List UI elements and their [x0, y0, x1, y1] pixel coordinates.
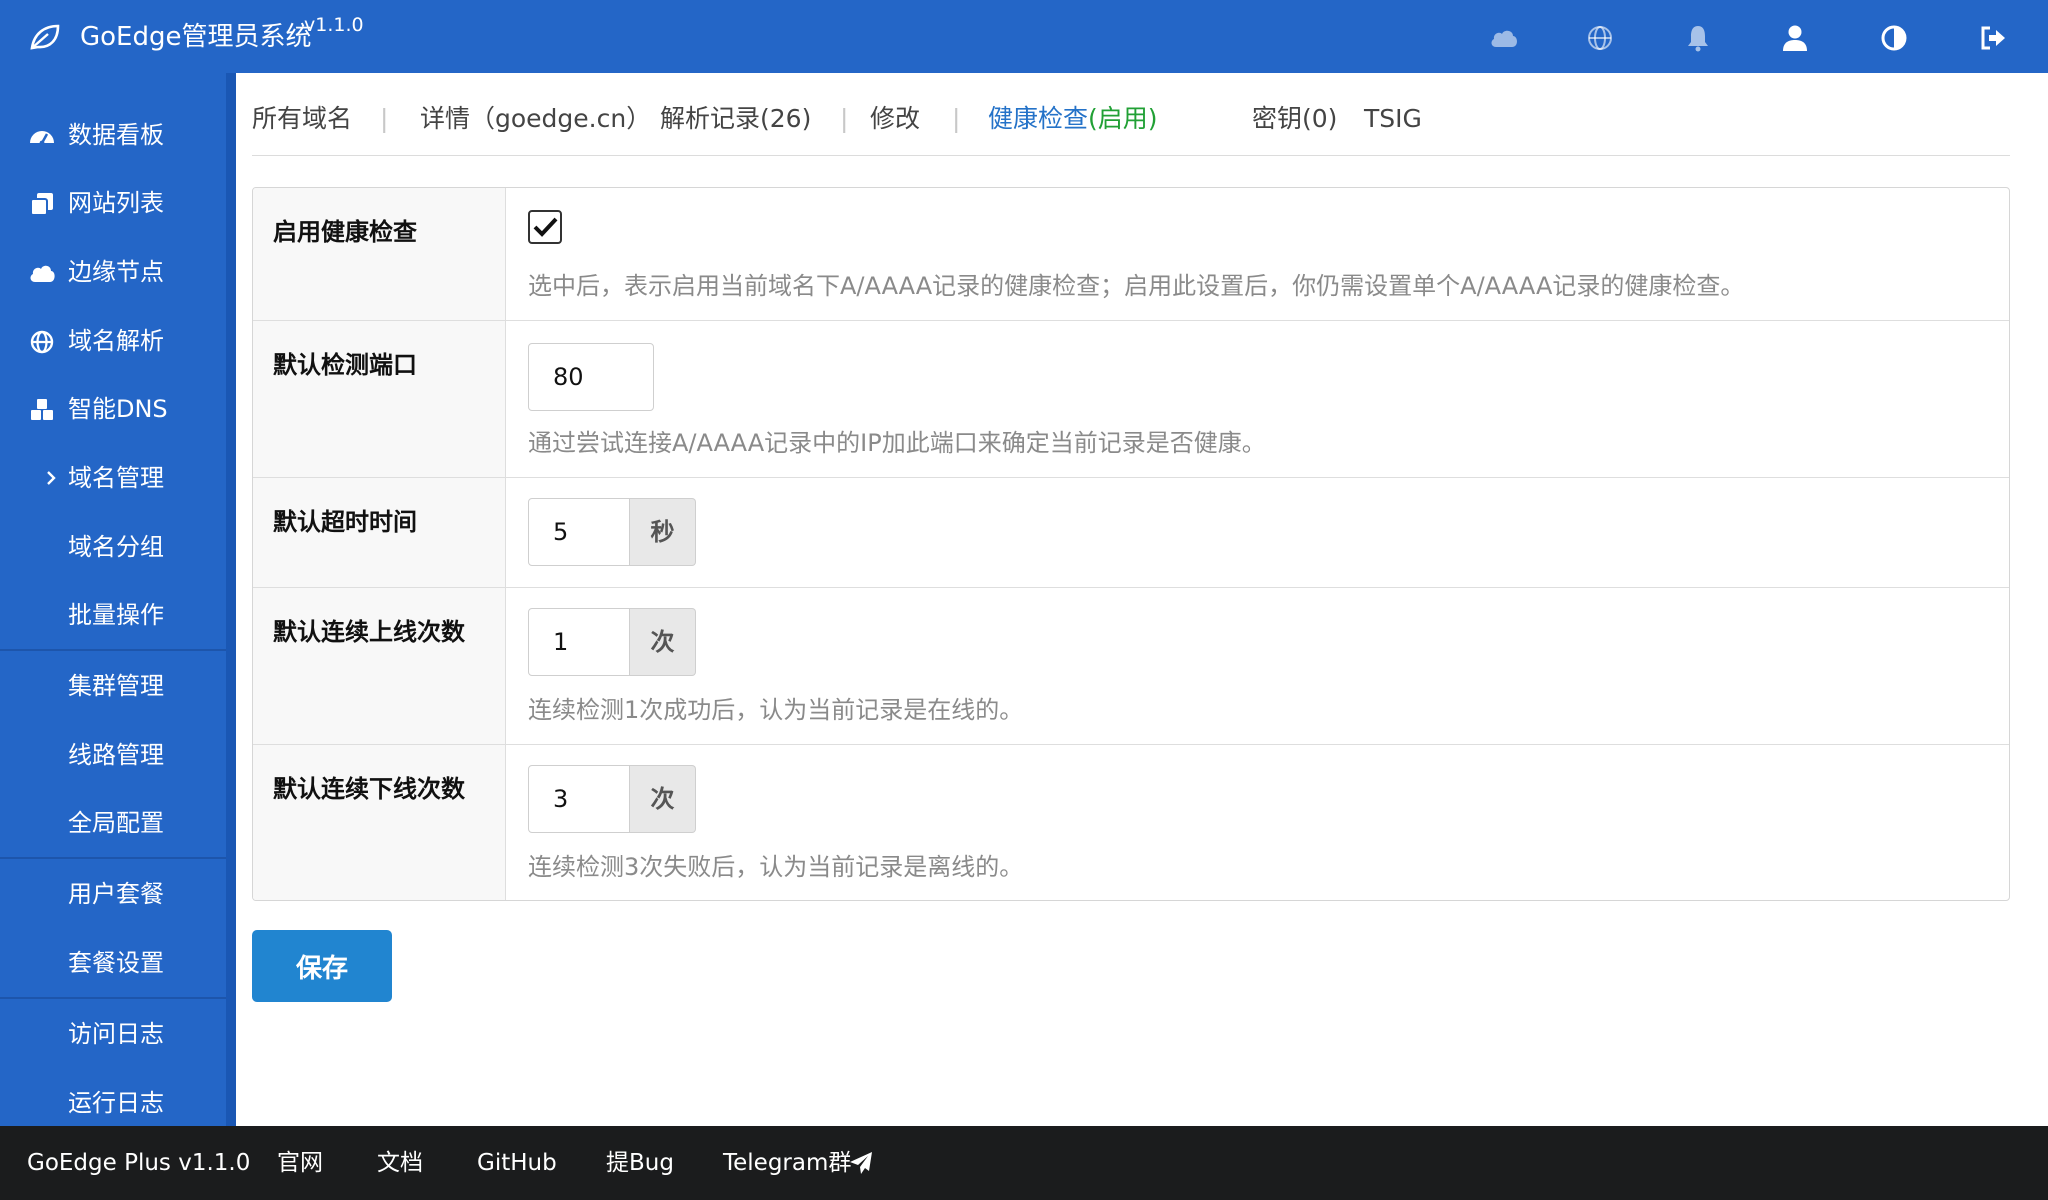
tab-keys[interactable]: 密钥(0) [1252, 97, 1337, 141]
tab-tsig[interactable]: TSIG [1364, 97, 1422, 141]
sidebar-item-dns-resolve[interactable]: 域名解析 [0, 307, 226, 375]
sidebar-item-plan-settings[interactable]: 套餐设置 [0, 929, 226, 997]
paper-plane-icon [850, 1152, 872, 1174]
port-label: 默认检测端口 [273, 351, 417, 379]
sidebar-item-edge-nodes[interactable]: 边缘节点 [0, 238, 226, 306]
tab-records[interactable]: 解析记录(26) [660, 97, 811, 141]
footer-github-link[interactable]: GitHub [477, 1126, 557, 1200]
tab-all-domains[interactable]: 所有域名 [252, 97, 352, 141]
down-count-label: 默认连续下线次数 [273, 775, 465, 803]
tab-separator: | [952, 104, 961, 133]
health-check-form: 启用健康检查 选中后，表示启用当前域名下A/AAAA记录的健康检查；启用此设置后… [252, 187, 2010, 901]
footer: GoEdge Plus v1.1.0 官网 文档 GitHub 提Bug Tel… [0, 1126, 2048, 1200]
save-button[interactable]: 保存 [252, 930, 392, 1002]
footer-website-link[interactable]: 官网 [277, 1126, 323, 1200]
sidebar-scrollbar[interactable] [226, 73, 236, 1126]
sidebar: 数据看板 网站列表 边缘节点 域名解析 智能DNS 域名管理 域名分组 批量操作… [0, 73, 236, 1126]
sidebar-divider [0, 997, 226, 999]
footer-telegram-link[interactable]: Telegram群 [723, 1126, 851, 1200]
form-row-timeout: 默认超时时间 5 秒 [253, 478, 2009, 588]
sidebar-item-cluster-management[interactable]: 集群管理 [0, 652, 226, 720]
sidebar-item-dashboard[interactable]: 数据看板 [0, 101, 226, 169]
down-count-help-text: 连续检测3次失败后，认为当前记录是离线的。 [528, 853, 1024, 881]
tab-health-check[interactable]: 健康检查(启用) [988, 97, 1158, 141]
sidebar-item-domain-management[interactable]: 域名管理 [0, 444, 226, 512]
bell-icon[interactable] [1682, 22, 1714, 54]
leaf-logo-icon [30, 24, 60, 50]
logout-icon[interactable] [1977, 22, 2009, 54]
chevron-right-icon [47, 471, 56, 485]
globe-icon [30, 330, 54, 354]
enable-help-text: 选中后，表示启用当前域名下A/AAAA记录的健康检查；启用此设置后，你仍需设置单… [528, 272, 1745, 300]
port-input[interactable]: 80 [528, 343, 654, 411]
footer-docs-link[interactable]: 文档 [377, 1126, 423, 1200]
dashboard-icon [30, 131, 54, 146]
sidebar-item-batch-operations[interactable]: 批量操作 [0, 581, 226, 649]
tab-divider [252, 155, 2010, 156]
tab-separator: | [380, 104, 389, 133]
globe-icon[interactable] [1584, 22, 1616, 54]
down-count-unit: 次 [630, 765, 696, 833]
port-help-text: 通过尝试连接A/AAAA记录中的IP加此端口来确定当前记录是否健康。 [528, 429, 1266, 457]
app-title: GoEdge管理员系统 [80, 22, 312, 52]
form-row-port: 默认检测端口 80 通过尝试连接A/AAAA记录中的IP加此端口来确定当前记录是… [253, 321, 2009, 478]
tab-health-check-status: (启用) [1088, 104, 1158, 133]
contrast-icon[interactable] [1878, 22, 1910, 54]
sidebar-item-access-logs[interactable]: 访问日志 [0, 1000, 226, 1068]
tab-separator: | [840, 104, 849, 133]
sidebar-item-domain-groups[interactable]: 域名分组 [0, 513, 226, 581]
sidebar-item-smart-dns[interactable]: 智能DNS [0, 375, 226, 443]
up-count-help-text: 连续检测1次成功后，认为当前记录是在线的。 [528, 696, 1024, 724]
cloud-icon[interactable] [1488, 22, 1520, 54]
enable-health-check-checkbox[interactable] [528, 210, 562, 244]
sidebar-divider [0, 649, 226, 651]
up-count-unit: 次 [630, 608, 696, 676]
footer-bug-link[interactable]: 提Bug [606, 1126, 674, 1200]
up-count-input[interactable]: 1 [528, 608, 630, 676]
tab-health-check-label: 健康检查 [988, 104, 1089, 133]
sidebar-item-websites[interactable]: 网站列表 [0, 169, 226, 237]
timeout-label: 默认超时时间 [273, 508, 417, 536]
sidebar-item-route-management[interactable]: 线路管理 [0, 721, 226, 789]
form-row-enable: 启用健康检查 选中后，表示启用当前域名下A/AAAA记录的健康检查；启用此设置后… [253, 188, 2009, 321]
form-row-down-count: 默认连续下线次数 3 次 连续检测3次失败后，认为当前记录是离线的。 [253, 745, 2009, 900]
sidebar-item-global-config[interactable]: 全局配置 [0, 789, 226, 857]
sidebar-item-user-plans[interactable]: 用户套餐 [0, 860, 226, 928]
copy-icon [30, 193, 53, 216]
cloud-icon [30, 265, 55, 282]
tab-modify[interactable]: 修改 [870, 97, 920, 141]
app-version: v1.1.0 [304, 14, 364, 36]
timeout-input[interactable]: 5 [528, 498, 630, 566]
form-row-up-count: 默认连续上线次数 1 次 连续检测1次成功后，认为当前记录是在线的。 [253, 588, 2009, 745]
user-icon[interactable] [1779, 22, 1811, 54]
main-content: 所有域名 | 详情（goedge.cn） 解析记录(26) | 修改 | 健康检… [236, 73, 2048, 1126]
timeout-unit: 秒 [630, 498, 696, 566]
top-bar: GoEdge管理员系统 v1.1.0 [0, 0, 2048, 73]
enable-label: 启用健康检查 [273, 218, 417, 246]
up-count-label: 默认连续上线次数 [273, 618, 465, 646]
tab-details[interactable]: 详情（goedge.cn） [420, 97, 651, 141]
checkmark-icon [533, 217, 558, 237]
down-count-input[interactable]: 3 [528, 765, 630, 833]
cubes-icon [31, 399, 53, 420]
footer-product-link[interactable]: GoEdge Plus v1.1.0 [27, 1126, 250, 1200]
sidebar-divider [0, 857, 226, 859]
